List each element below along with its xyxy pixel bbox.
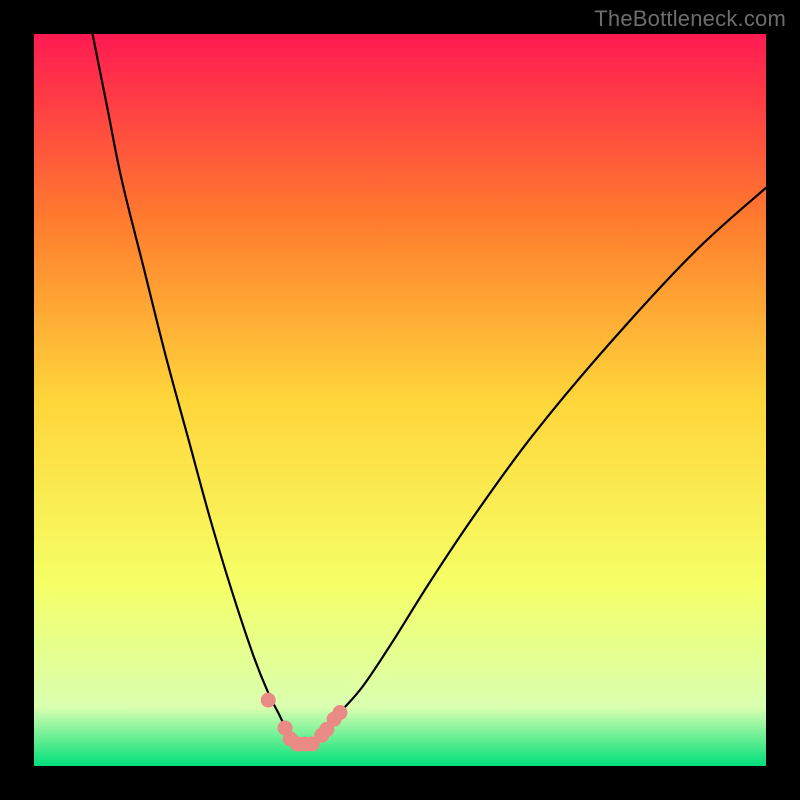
- plot-area: [34, 34, 766, 766]
- marker-dot: [332, 705, 347, 720]
- plot-svg: [34, 34, 766, 766]
- watermark-text: TheBottleneck.com: [594, 6, 786, 32]
- marker-dot: [261, 693, 276, 708]
- gradient-background: [34, 34, 766, 766]
- chart-frame: TheBottleneck.com: [0, 0, 800, 800]
